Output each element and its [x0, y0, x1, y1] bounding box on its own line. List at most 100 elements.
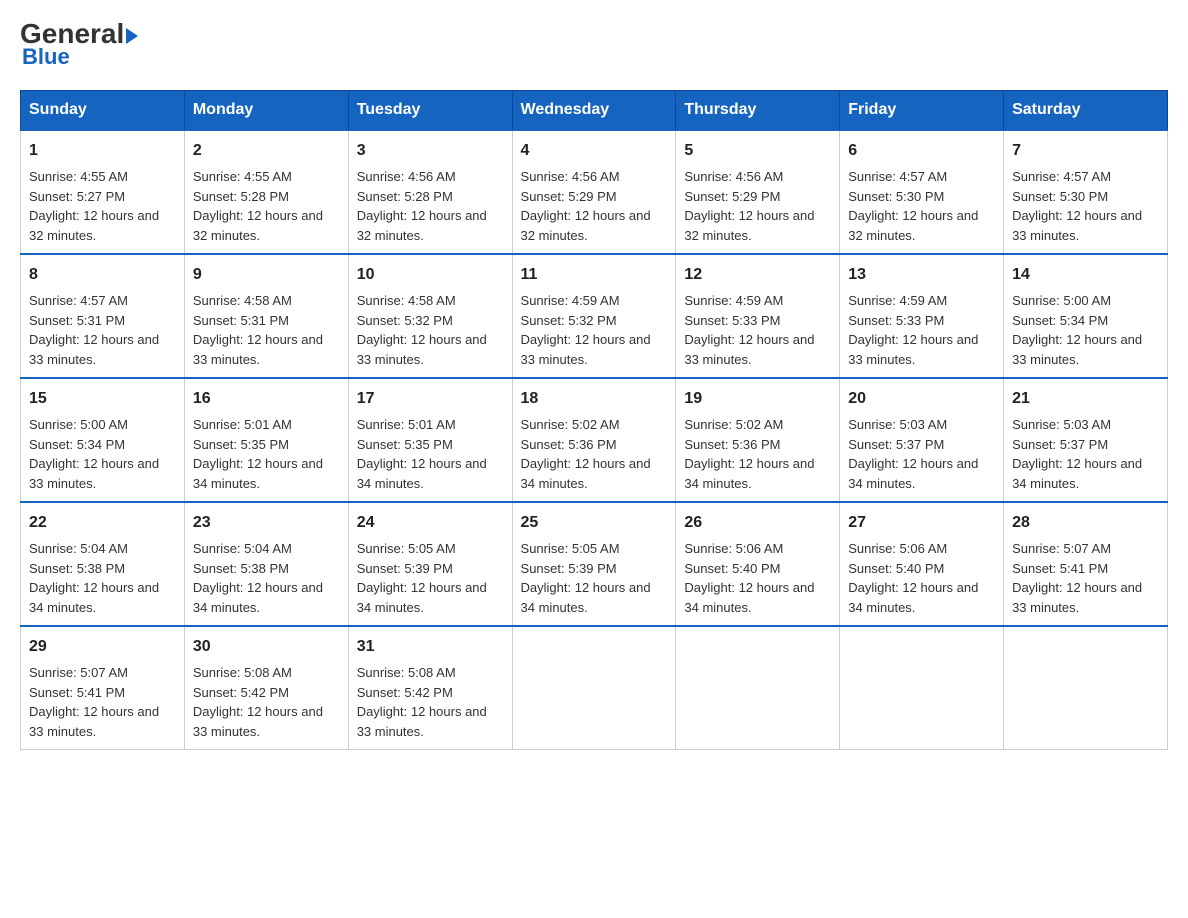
day-number: 27	[848, 511, 995, 535]
day-number: 13	[848, 263, 995, 287]
calendar-cell: 6 Sunrise: 4:57 AMSunset: 5:30 PMDayligh…	[840, 130, 1004, 254]
calendar-cell: 20 Sunrise: 5:03 AMSunset: 5:37 PMDaylig…	[840, 378, 1004, 502]
calendar-table: SundayMondayTuesdayWednesdayThursdayFrid…	[20, 90, 1168, 750]
calendar-cell: 10 Sunrise: 4:58 AMSunset: 5:32 PMDaylig…	[348, 254, 512, 378]
day-info: Sunrise: 5:04 AMSunset: 5:38 PMDaylight:…	[193, 541, 323, 615]
day-info: Sunrise: 4:59 AMSunset: 5:32 PMDaylight:…	[521, 293, 651, 367]
calendar-cell	[1004, 626, 1168, 750]
day-number: 24	[357, 511, 504, 535]
calendar-cell: 14 Sunrise: 5:00 AMSunset: 5:34 PMDaylig…	[1004, 254, 1168, 378]
day-info: Sunrise: 4:56 AMSunset: 5:29 PMDaylight:…	[521, 169, 651, 243]
header-cell-monday: Monday	[184, 91, 348, 131]
day-info: Sunrise: 5:03 AMSunset: 5:37 PMDaylight:…	[848, 417, 978, 491]
day-number: 31	[357, 635, 504, 659]
header-cell-friday: Friday	[840, 91, 1004, 131]
day-number: 7	[1012, 139, 1159, 163]
calendar-cell: 2 Sunrise: 4:55 AMSunset: 5:28 PMDayligh…	[184, 130, 348, 254]
day-info: Sunrise: 5:05 AMSunset: 5:39 PMDaylight:…	[521, 541, 651, 615]
day-info: Sunrise: 5:01 AMSunset: 5:35 PMDaylight:…	[357, 417, 487, 491]
day-info: Sunrise: 5:00 AMSunset: 5:34 PMDaylight:…	[29, 417, 159, 491]
day-info: Sunrise: 5:02 AMSunset: 5:36 PMDaylight:…	[684, 417, 814, 491]
calendar-cell: 30 Sunrise: 5:08 AMSunset: 5:42 PMDaylig…	[184, 626, 348, 750]
calendar-cell: 28 Sunrise: 5:07 AMSunset: 5:41 PMDaylig…	[1004, 502, 1168, 626]
calendar-row: 29 Sunrise: 5:07 AMSunset: 5:41 PMDaylig…	[21, 626, 1168, 750]
calendar-cell: 27 Sunrise: 5:06 AMSunset: 5:40 PMDaylig…	[840, 502, 1004, 626]
day-info: Sunrise: 4:58 AMSunset: 5:31 PMDaylight:…	[193, 293, 323, 367]
day-info: Sunrise: 4:56 AMSunset: 5:28 PMDaylight:…	[357, 169, 487, 243]
day-info: Sunrise: 4:59 AMSunset: 5:33 PMDaylight:…	[684, 293, 814, 367]
logo-line2: Blue	[20, 44, 70, 70]
day-info: Sunrise: 5:04 AMSunset: 5:38 PMDaylight:…	[29, 541, 159, 615]
header-cell-tuesday: Tuesday	[348, 91, 512, 131]
calendar-cell: 12 Sunrise: 4:59 AMSunset: 5:33 PMDaylig…	[676, 254, 840, 378]
calendar-cell: 26 Sunrise: 5:06 AMSunset: 5:40 PMDaylig…	[676, 502, 840, 626]
calendar-cell: 23 Sunrise: 5:04 AMSunset: 5:38 PMDaylig…	[184, 502, 348, 626]
day-info: Sunrise: 5:02 AMSunset: 5:36 PMDaylight:…	[521, 417, 651, 491]
header-cell-saturday: Saturday	[1004, 91, 1168, 131]
day-number: 3	[357, 139, 504, 163]
header: General Blue	[20, 20, 1168, 70]
day-info: Sunrise: 4:58 AMSunset: 5:32 PMDaylight:…	[357, 293, 487, 367]
day-info: Sunrise: 5:06 AMSunset: 5:40 PMDaylight:…	[848, 541, 978, 615]
day-number: 2	[193, 139, 340, 163]
calendar-cell: 17 Sunrise: 5:01 AMSunset: 5:35 PMDaylig…	[348, 378, 512, 502]
day-number: 26	[684, 511, 831, 535]
day-info: Sunrise: 4:59 AMSunset: 5:33 PMDaylight:…	[848, 293, 978, 367]
calendar-cell: 31 Sunrise: 5:08 AMSunset: 5:42 PMDaylig…	[348, 626, 512, 750]
day-number: 21	[1012, 387, 1159, 411]
calendar-cell: 3 Sunrise: 4:56 AMSunset: 5:28 PMDayligh…	[348, 130, 512, 254]
day-number: 28	[1012, 511, 1159, 535]
calendar-cell: 16 Sunrise: 5:01 AMSunset: 5:35 PMDaylig…	[184, 378, 348, 502]
calendar-cell: 25 Sunrise: 5:05 AMSunset: 5:39 PMDaylig…	[512, 502, 676, 626]
calendar-cell: 4 Sunrise: 4:56 AMSunset: 5:29 PMDayligh…	[512, 130, 676, 254]
day-number: 23	[193, 511, 340, 535]
calendar-cell	[840, 626, 1004, 750]
day-info: Sunrise: 4:55 AMSunset: 5:28 PMDaylight:…	[193, 169, 323, 243]
day-number: 16	[193, 387, 340, 411]
page-wrapper: General Blue SundayMondayTuesdayWednesda…	[20, 20, 1168, 750]
day-number: 10	[357, 263, 504, 287]
calendar-cell: 1 Sunrise: 4:55 AMSunset: 5:27 PMDayligh…	[21, 130, 185, 254]
calendar-row: 22 Sunrise: 5:04 AMSunset: 5:38 PMDaylig…	[21, 502, 1168, 626]
day-number: 22	[29, 511, 176, 535]
day-number: 9	[193, 263, 340, 287]
calendar-cell	[676, 626, 840, 750]
calendar-cell	[512, 626, 676, 750]
day-info: Sunrise: 5:01 AMSunset: 5:35 PMDaylight:…	[193, 417, 323, 491]
day-info: Sunrise: 4:57 AMSunset: 5:30 PMDaylight:…	[848, 169, 978, 243]
calendar-row: 8 Sunrise: 4:57 AMSunset: 5:31 PMDayligh…	[21, 254, 1168, 378]
calendar-cell: 19 Sunrise: 5:02 AMSunset: 5:36 PMDaylig…	[676, 378, 840, 502]
day-number: 12	[684, 263, 831, 287]
day-number: 8	[29, 263, 176, 287]
day-number: 19	[684, 387, 831, 411]
day-number: 11	[521, 263, 668, 287]
calendar-cell: 18 Sunrise: 5:02 AMSunset: 5:36 PMDaylig…	[512, 378, 676, 502]
calendar-cell: 5 Sunrise: 4:56 AMSunset: 5:29 PMDayligh…	[676, 130, 840, 254]
calendar-header: SundayMondayTuesdayWednesdayThursdayFrid…	[21, 91, 1168, 131]
calendar-cell: 11 Sunrise: 4:59 AMSunset: 5:32 PMDaylig…	[512, 254, 676, 378]
calendar-body: 1 Sunrise: 4:55 AMSunset: 5:27 PMDayligh…	[21, 130, 1168, 750]
header-row: SundayMondayTuesdayWednesdayThursdayFrid…	[21, 91, 1168, 131]
calendar-cell: 13 Sunrise: 4:59 AMSunset: 5:33 PMDaylig…	[840, 254, 1004, 378]
day-info: Sunrise: 5:07 AMSunset: 5:41 PMDaylight:…	[1012, 541, 1142, 615]
day-info: Sunrise: 5:06 AMSunset: 5:40 PMDaylight:…	[684, 541, 814, 615]
day-number: 20	[848, 387, 995, 411]
day-number: 6	[848, 139, 995, 163]
day-info: Sunrise: 5:00 AMSunset: 5:34 PMDaylight:…	[1012, 293, 1142, 367]
day-info: Sunrise: 5:05 AMSunset: 5:39 PMDaylight:…	[357, 541, 487, 615]
day-number: 25	[521, 511, 668, 535]
calendar-cell: 15 Sunrise: 5:00 AMSunset: 5:34 PMDaylig…	[21, 378, 185, 502]
day-info: Sunrise: 4:55 AMSunset: 5:27 PMDaylight:…	[29, 169, 159, 243]
header-cell-sunday: Sunday	[21, 91, 185, 131]
day-number: 17	[357, 387, 504, 411]
day-number: 29	[29, 635, 176, 659]
logo-area: General Blue	[20, 20, 138, 70]
calendar-row: 1 Sunrise: 4:55 AMSunset: 5:27 PMDayligh…	[21, 130, 1168, 254]
day-info: Sunrise: 5:08 AMSunset: 5:42 PMDaylight:…	[193, 665, 323, 739]
calendar-cell: 7 Sunrise: 4:57 AMSunset: 5:30 PMDayligh…	[1004, 130, 1168, 254]
calendar-row: 15 Sunrise: 5:00 AMSunset: 5:34 PMDaylig…	[21, 378, 1168, 502]
day-info: Sunrise: 4:57 AMSunset: 5:31 PMDaylight:…	[29, 293, 159, 367]
day-number: 18	[521, 387, 668, 411]
day-info: Sunrise: 5:08 AMSunset: 5:42 PMDaylight:…	[357, 665, 487, 739]
calendar-cell: 29 Sunrise: 5:07 AMSunset: 5:41 PMDaylig…	[21, 626, 185, 750]
